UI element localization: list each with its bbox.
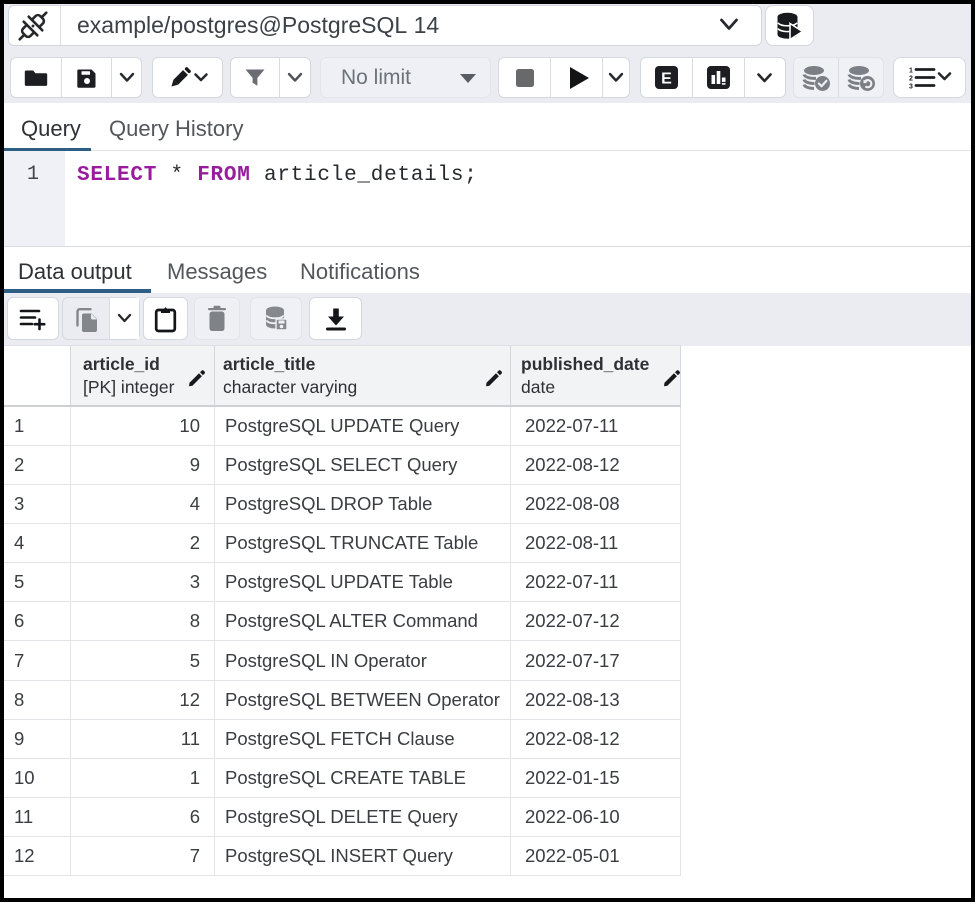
svg-text:2: 2: [909, 75, 913, 82]
svg-text:1: 1: [909, 67, 913, 74]
svg-text:E: E: [661, 70, 672, 87]
svg-text:3: 3: [909, 83, 913, 90]
